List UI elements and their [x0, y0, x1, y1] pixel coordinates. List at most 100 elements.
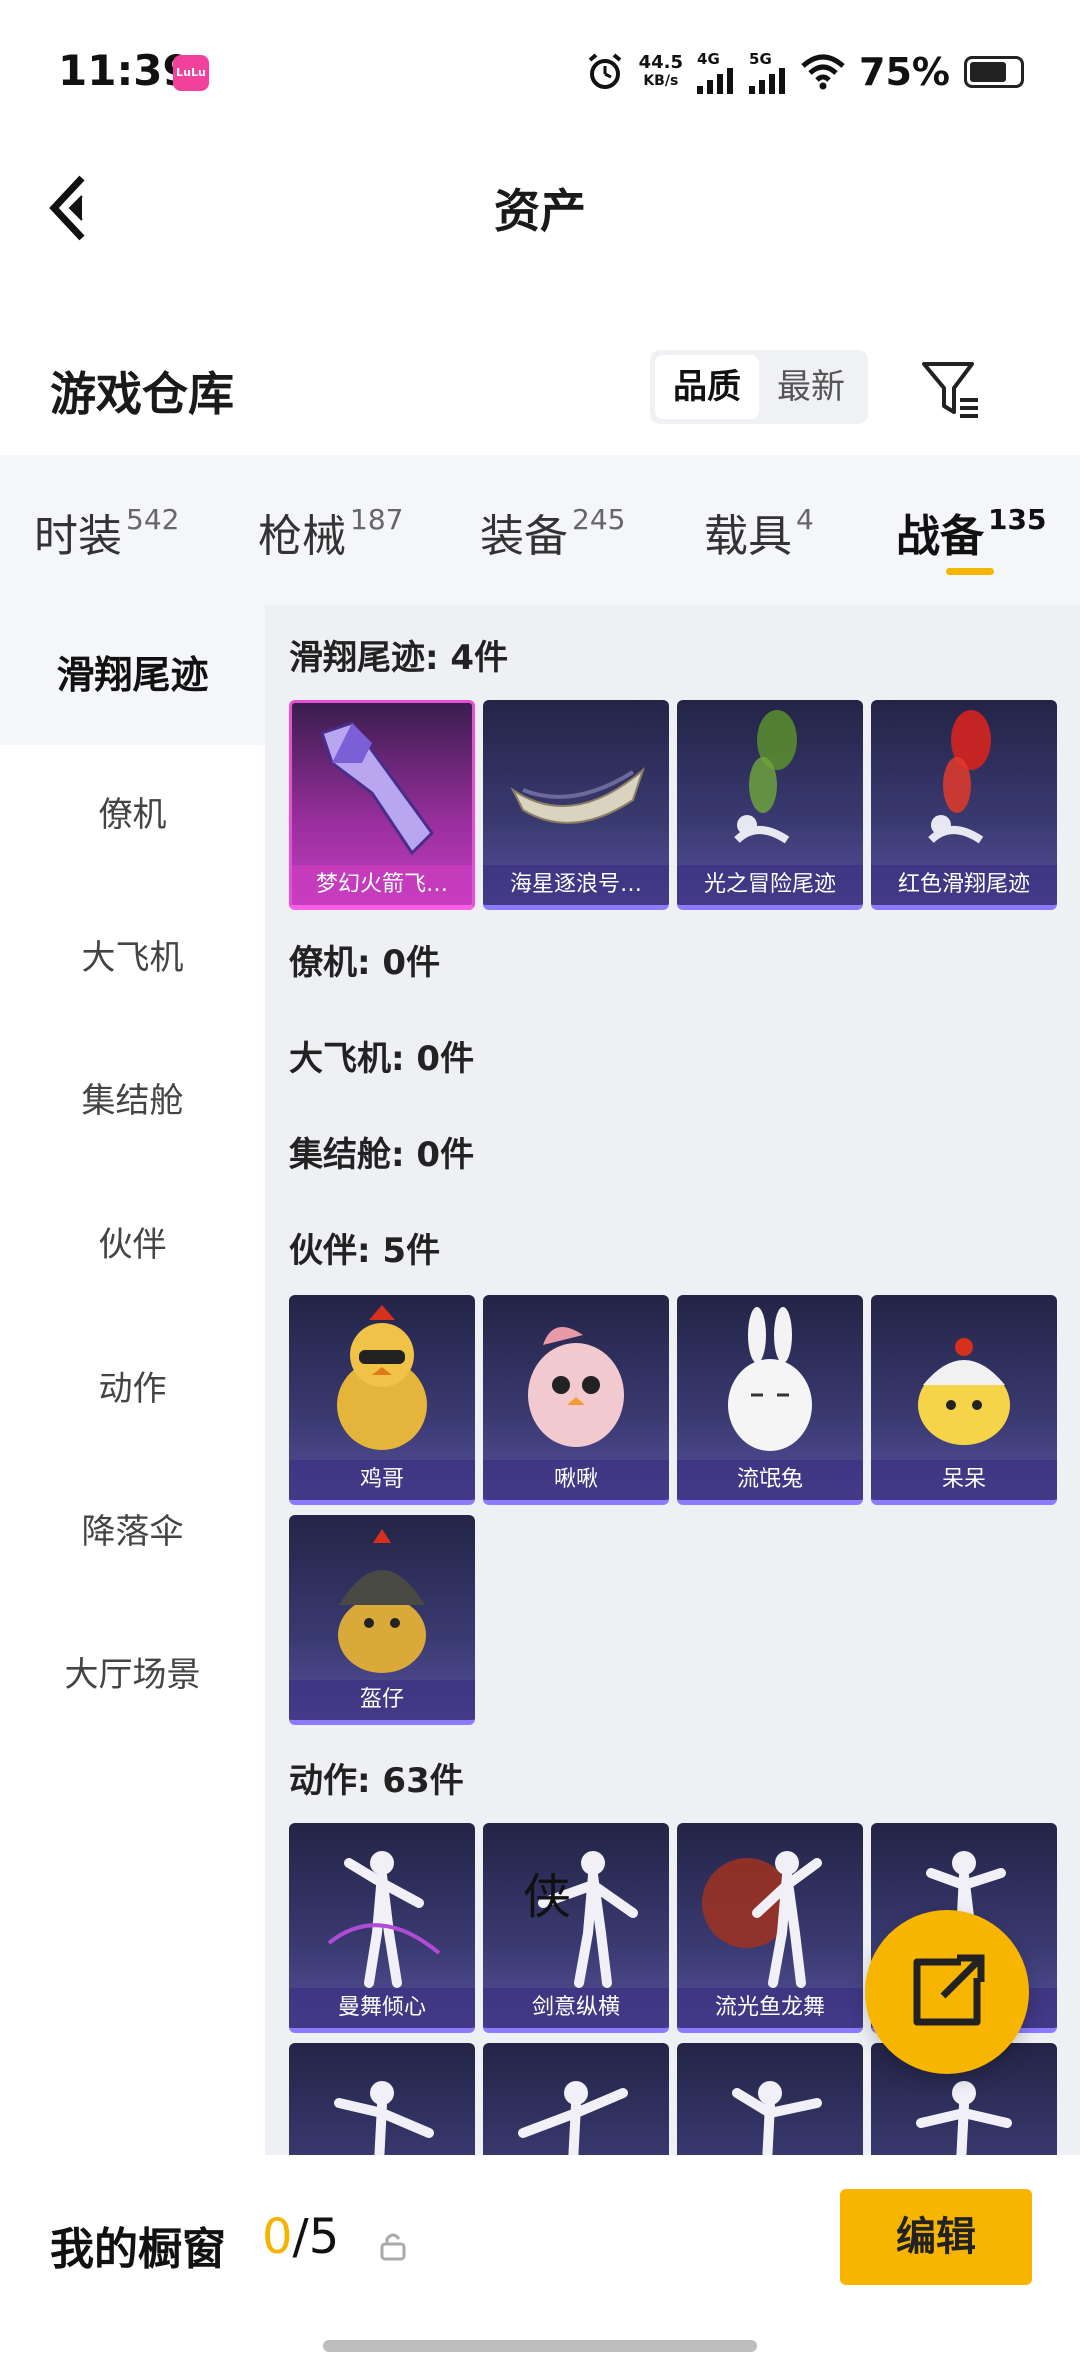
section-title-pod: 集结舱: 0件 [289, 1135, 475, 1175]
net-speed-unit: KB/s [643, 73, 679, 89]
tab-count: 187 [350, 503, 404, 536]
item-card[interactable] [289, 2043, 475, 2155]
tab-vehicles[interactable]: 载具 4 [704, 500, 814, 564]
item-card[interactable] [677, 2043, 863, 2155]
item-card[interactable]: 红色滑翔尾迹 [871, 700, 1057, 910]
warehouse-header: 游戏仓库 品质 最新 [0, 330, 1080, 450]
item-card[interactable]: 呆呆 [871, 1295, 1057, 1505]
nav-bar: 资产 [0, 140, 1080, 270]
item-card-label: 剑意纵横 [483, 1988, 669, 2028]
showcase-label: 我的橱窗 [50, 2224, 226, 2275]
warehouse-title: 游戏仓库 [50, 367, 234, 421]
boat-art [510, 766, 646, 824]
rabbit-partner-art [728, 1307, 812, 1451]
item-card[interactable]: 流光鱼龙舞 [677, 1823, 863, 2033]
page-title: 资产 [494, 184, 586, 238]
tab-guns[interactable]: 枪械 187 [258, 500, 403, 564]
signal-4g: 4G [697, 50, 735, 94]
edit-button[interactable]: 编辑 [840, 2189, 1032, 2285]
dance-emote-art [327, 1851, 441, 1988]
tab-label: 装备 [480, 511, 568, 562]
home-indicator[interactable] [323, 2340, 757, 2352]
item-card-label: 啾啾 [483, 1460, 669, 1500]
item-card-label: 流光鱼龙舞 [677, 1988, 863, 2028]
tab-equipment[interactable]: 装备 245 [480, 500, 625, 564]
signal-4g-label: 4G [697, 50, 720, 68]
rocket-glider-art [320, 721, 434, 856]
item-card[interactable]: 鸡哥 [289, 1295, 475, 1505]
item-card-label: 红色滑翔尾迹 [871, 865, 1057, 905]
emote-art [732, 2081, 822, 2155]
section-title-emote: 动作: 63件 [289, 1761, 464, 1801]
item-card[interactable] [483, 2043, 669, 2155]
filter-button[interactable] [920, 358, 984, 422]
section-title-big-plane: 大飞机: 0件 [289, 1039, 475, 1079]
tab-count: 135 [988, 503, 1047, 536]
active-tab-indicator [946, 568, 994, 575]
battery-icon [964, 56, 1024, 88]
item-card-label: 呆呆 [871, 1460, 1057, 1500]
status-icons: 44.5 KB/s 4G 5G 75% [585, 44, 1024, 100]
red-smoke-trail-art [928, 710, 991, 844]
sidebar-item-emote[interactable]: 动作 [0, 1319, 265, 1459]
battery-percent: 75% [859, 50, 950, 94]
chicken-partner-art [337, 1305, 427, 1450]
item-card-label: 盔仔 [289, 1680, 475, 1720]
sidebar-item-parachute[interactable]: 降落伞 [0, 1462, 265, 1602]
signal-5g-label: 5G [749, 50, 772, 68]
item-card[interactable]: 海星逐浪号… [483, 700, 669, 910]
item-card-label: 曼舞倾心 [289, 1988, 475, 2028]
item-card[interactable]: 侠 剑意纵横 [483, 1823, 669, 2033]
sidebar-item-partner[interactable]: 伙伴 [0, 1175, 265, 1315]
net-speed: 44.5 KB/s [639, 54, 683, 90]
lock-icon [380, 2233, 406, 2261]
sidebar-item-lobby-scene[interactable]: 大厅场景 [0, 1605, 265, 1745]
status-time: 11:39 [58, 46, 192, 95]
section-title-partner: 伙伴: 5件 [289, 1231, 441, 1271]
wifi-icon [801, 54, 845, 90]
item-card[interactable]: 啾啾 [483, 1295, 669, 1505]
showcase-count: 0/5 [262, 2209, 339, 2265]
item-card-label: 光之冒险尾迹 [677, 865, 863, 905]
alarm-icon [588, 53, 621, 89]
status-bar: 11:39 LuLu 44.5 KB/s 4G 5G 75% [0, 0, 1080, 140]
sword-emote-art: 侠 [523, 1851, 638, 1988]
signal-5g: 5G [749, 50, 787, 94]
app-notification-icon: LuLu [173, 55, 209, 91]
tab-count: 4 [796, 503, 814, 536]
sidebar-item-wingman[interactable]: 僚机 [0, 745, 265, 885]
item-card-label: 梦幻火箭飞… [292, 865, 472, 905]
green-smoke-trail-art [734, 710, 797, 844]
tab-label: 载具 [704, 511, 792, 562]
item-card[interactable]: 流氓兔 [677, 1295, 863, 1505]
tab-count: 542 [126, 503, 180, 536]
item-card[interactable]: 盔仔 [289, 1515, 475, 1725]
dragon-dance-emote-art [702, 1851, 822, 1988]
share-fab-button[interactable] [865, 1910, 1029, 2074]
tab-label: 时装 [34, 511, 122, 562]
item-card[interactable]: 梦幻火箭飞… [289, 700, 475, 910]
tab-battle-gear[interactable]: 战备 135 [896, 500, 1046, 564]
showcase-current: 0 [262, 2209, 293, 2265]
sort-toggle: 品质 最新 [650, 350, 868, 424]
sort-quality-button[interactable]: 品质 [655, 355, 759, 419]
emote-art [518, 2081, 628, 2155]
sort-newest-button[interactable]: 最新 [759, 355, 863, 419]
category-tabs: 时装 542 枪械 187 装备 245 载具 4 战备 135 [0, 455, 1080, 605]
pink-bird-partner-art [528, 1327, 624, 1447]
tab-count: 245 [572, 503, 626, 536]
item-card-label: 鸡哥 [289, 1460, 475, 1500]
item-card[interactable]: 曼舞倾心 [289, 1823, 475, 2033]
signal-bars-icon [749, 68, 786, 94]
tab-fashion[interactable]: 时装 542 [34, 500, 179, 564]
item-card[interactable]: 光之冒险尾迹 [677, 700, 863, 910]
showcase-total: /5 [292, 2209, 340, 2265]
svg-text:侠: 侠 [523, 1869, 571, 1925]
sidebar-item-pod[interactable]: 集结舱 [0, 1031, 265, 1171]
helmet-chick-partner-art [338, 1529, 426, 1673]
tab-label: 战备 [896, 511, 984, 562]
signal-bars-icon [697, 68, 734, 94]
section-title-glide: 滑翔尾迹: 4件 [289, 638, 509, 678]
sidebar-item-glide-trail[interactable]: 滑翔尾迹 [0, 605, 265, 745]
sidebar-item-big-plane[interactable]: 大飞机 [0, 888, 265, 1028]
